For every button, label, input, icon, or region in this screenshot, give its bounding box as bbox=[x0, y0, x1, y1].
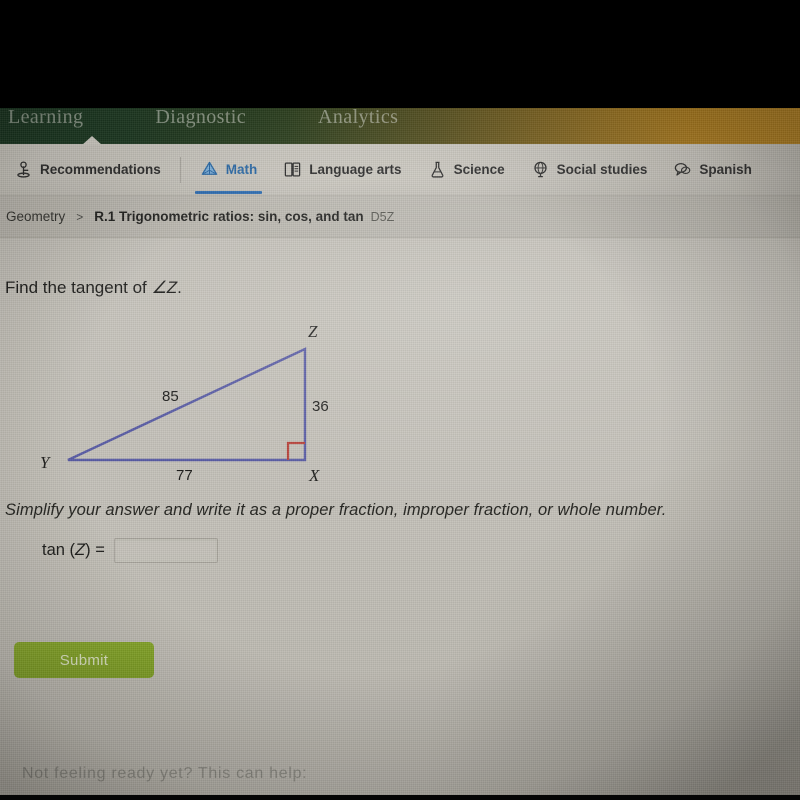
topbar-link-analytics[interactable]: Analytics bbox=[318, 108, 398, 129]
breadcrumb-skill-code: D5Z bbox=[370, 209, 395, 224]
vertex-label-z: Z bbox=[308, 322, 318, 341]
help-prompt: Not feeling ready yet? This can help: bbox=[22, 765, 308, 782]
nav-divider bbox=[179, 156, 181, 183]
answer-input[interactable] bbox=[113, 538, 218, 563]
breadcrumb: Geometry > R.1 Trigonometric ratios: sin… bbox=[0, 196, 800, 238]
side-label-hypotenuse: 85 bbox=[162, 388, 179, 405]
nav-label-recommendations: Recommendations bbox=[40, 162, 161, 177]
nav-label-science: Science bbox=[453, 162, 505, 177]
question-prompt-prefix: Find the tangent of bbox=[5, 278, 152, 297]
topbar-link-learning[interactable]: Learning bbox=[8, 108, 83, 129]
nav-label-spanish: Spanish bbox=[699, 162, 752, 177]
subject-navbar: Recommendations Math Language arts Scien… bbox=[0, 144, 800, 196]
nav-label-social-studies: Social studies bbox=[556, 162, 648, 177]
submit-button[interactable]: Submit bbox=[14, 642, 154, 678]
tan-label-variable: Z bbox=[75, 541, 86, 559]
nav-label-language-arts: Language arts bbox=[309, 162, 402, 177]
vertex-label-x: X bbox=[308, 466, 320, 485]
question-prompt: Find the tangent of ∠Z. bbox=[5, 278, 182, 298]
breadcrumb-skill: R.1 Trigonometric ratios: sin, cos, and … bbox=[94, 209, 364, 224]
nav-item-language-arts[interactable]: Language arts bbox=[270, 144, 414, 196]
recommendations-icon bbox=[14, 160, 33, 179]
nav-item-science[interactable]: Science bbox=[415, 144, 518, 196]
triangle-figure: Z X Y 85 36 77 bbox=[0, 313, 400, 493]
letterbox-top bbox=[0, 0, 800, 108]
breadcrumb-subject[interactable]: Geometry bbox=[6, 209, 65, 224]
tan-label-suffix: ) = bbox=[85, 541, 105, 559]
flask-icon bbox=[428, 160, 447, 179]
question-prompt-angle: ∠Z bbox=[151, 278, 178, 297]
screenshot-root: Learning Diagnostic Analytics Recommenda… bbox=[0, 0, 800, 800]
tan-expression-label: tan (Z) = bbox=[42, 541, 105, 560]
answer-row: tan (Z) = bbox=[42, 538, 218, 563]
active-section-caret bbox=[82, 136, 102, 145]
top-section-links: Learning Diagnostic Analytics bbox=[0, 108, 800, 135]
app-page: Learning Diagnostic Analytics Recommenda… bbox=[0, 108, 800, 798]
simplify-instruction: Simplify your answer and write it as a p… bbox=[5, 501, 667, 519]
nav-item-social-studies[interactable]: Social studies bbox=[518, 144, 661, 196]
right-angle-marker-icon bbox=[286, 441, 305, 460]
side-label-vertical-leg: 36 bbox=[312, 398, 329, 415]
open-book-icon bbox=[283, 160, 302, 179]
speech-bubbles-icon bbox=[673, 160, 692, 179]
topbar-link-diagnostic[interactable]: Diagnostic bbox=[155, 108, 246, 129]
side-label-horizontal-leg: 77 bbox=[176, 467, 193, 484]
nav-item-spanish[interactable]: Spanish bbox=[660, 144, 765, 196]
tan-label-prefix: tan ( bbox=[42, 541, 76, 559]
math-prism-icon bbox=[200, 160, 219, 179]
nav-label-math: Math bbox=[225, 162, 258, 177]
top-section-bar: Learning Diagnostic Analytics bbox=[0, 108, 800, 144]
question-prompt-suffix: . bbox=[177, 278, 182, 297]
vertex-label-y: Y bbox=[40, 453, 51, 472]
letterbox-bottom bbox=[0, 795, 800, 800]
triangle-outline bbox=[67, 347, 307, 462]
breadcrumb-separator-icon: > bbox=[76, 209, 84, 224]
nav-item-math[interactable]: Math bbox=[187, 144, 271, 196]
globe-icon bbox=[531, 160, 550, 179]
nav-item-recommendations[interactable]: Recommendations bbox=[0, 144, 174, 196]
